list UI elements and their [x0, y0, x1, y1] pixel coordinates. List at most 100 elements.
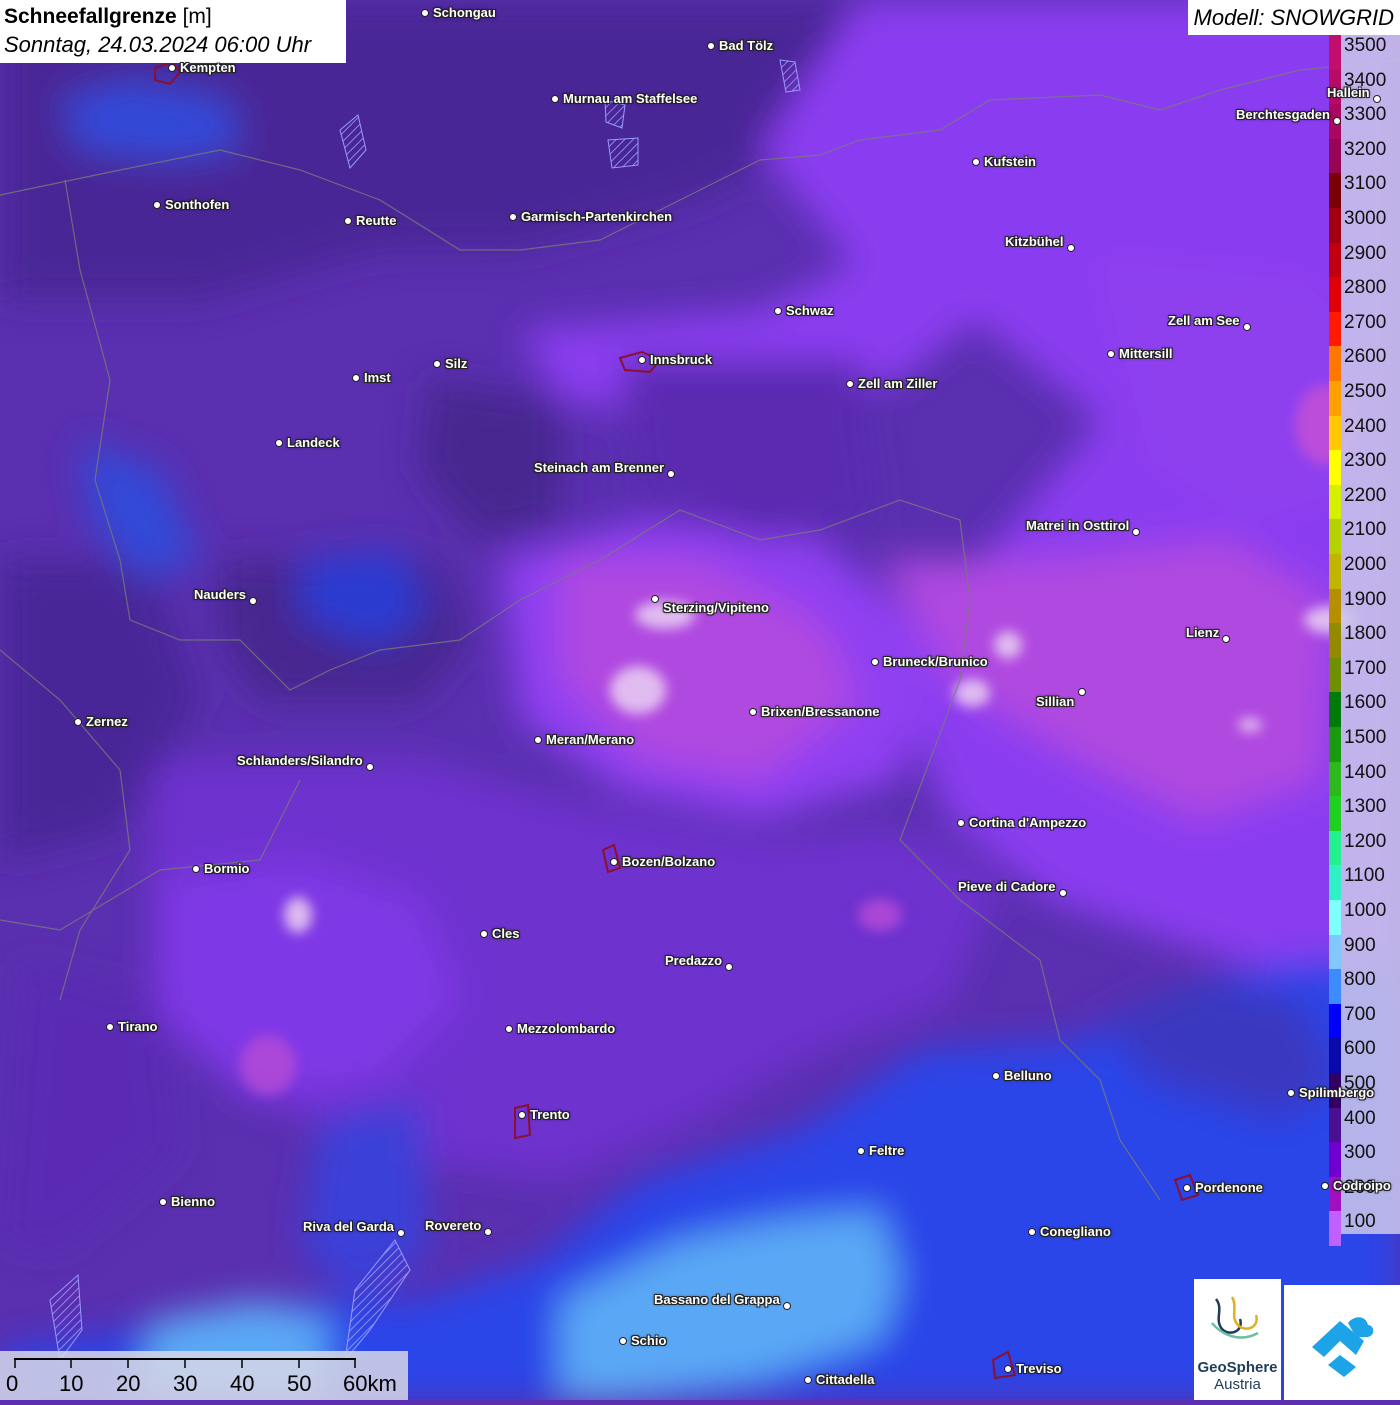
city-marker — [725, 963, 733, 971]
city-label: Schwaz — [786, 303, 834, 318]
city-label: Schongau — [433, 5, 496, 20]
city-label: Conegliano — [1040, 1224, 1111, 1239]
city-marker — [707, 42, 715, 50]
legend-swatch — [1329, 969, 1341, 1005]
legend-label: 700 — [1344, 1003, 1376, 1025]
legend-swatch — [1329, 138, 1341, 174]
city-marker — [846, 380, 854, 388]
city-marker — [168, 64, 176, 72]
legend-swatch — [1329, 657, 1341, 693]
legend-label: 2700 — [1344, 311, 1387, 333]
scale-tick-label: 20 — [116, 1371, 141, 1396]
map-title-main: Schneefallgrenze — [4, 5, 177, 28]
city-label: Belluno — [1004, 1068, 1052, 1083]
city-label: Meran/Merano — [546, 732, 635, 747]
legend-label: 1700 — [1344, 657, 1387, 679]
city-label: Predazzo — [665, 953, 723, 968]
color-legend: 3500 3400 3300 3200 3100 3000 2900 2800 2700 2600… — [1329, 35, 1400, 1247]
city-label: Mezzolombardo — [517, 1021, 616, 1036]
legend-label: 1000 — [1344, 900, 1387, 921]
city-marker — [857, 1147, 865, 1155]
legend-swatch — [1329, 1211, 1341, 1247]
city-marker — [804, 1376, 812, 1384]
scale-bar: 0 10 20 30 40 50 60km — [0, 1351, 408, 1400]
city-marker — [1321, 1182, 1329, 1190]
legend-label: 1200 — [1344, 830, 1387, 852]
legend-swatch — [1329, 450, 1341, 486]
legend-label: 2000 — [1344, 554, 1387, 575]
city-marker — [1222, 635, 1230, 643]
partner-logo[interactable] — [1284, 1285, 1400, 1400]
city-marker — [871, 658, 879, 666]
legend-label: 2800 — [1344, 277, 1387, 299]
city-label: Zell am See — [1168, 313, 1240, 328]
city-label: Bruneck/Brunico — [883, 654, 988, 669]
legend-label: 3200 — [1344, 138, 1387, 160]
city-label: Sillian — [1036, 694, 1075, 709]
city-label: Schlanders/Silandro — [237, 753, 363, 768]
map-date: Sonntag, 24.03.2024 06:00 Uhr — [4, 32, 312, 57]
city-label: Riva del Garda — [303, 1219, 395, 1234]
city-label: Landeck — [287, 435, 340, 450]
legend-label: 1800 — [1344, 623, 1387, 645]
legend-swatch — [1329, 415, 1341, 451]
city-marker — [957, 819, 965, 827]
geosphere-swirl-icon — [1211, 1296, 1259, 1339]
legend-label: 600 — [1344, 1038, 1376, 1060]
city-marker — [1373, 95, 1381, 103]
city-marker — [610, 858, 618, 866]
legend-label: 2600 — [1344, 346, 1387, 368]
geosphere-austria-logo[interactable]: GeoSphere Austria — [1194, 1279, 1281, 1400]
city-label: Spilimbergo — [1299, 1085, 1375, 1100]
city-marker — [421, 9, 429, 17]
mountain-logo-icon — [1312, 1317, 1374, 1377]
city-marker — [509, 213, 517, 221]
city-label: Garmisch-Partenkirchen — [521, 209, 673, 224]
legend-label: 3300 — [1344, 104, 1387, 126]
legend-label: 2400 — [1344, 415, 1387, 437]
city-marker — [1243, 323, 1251, 331]
geosphere-logo-line2: Austria — [1214, 1376, 1261, 1393]
scale-tick-label: 0 — [6, 1371, 19, 1396]
legend-swatch — [1329, 173, 1341, 209]
scale-tick-label: 50 — [287, 1371, 312, 1396]
legend-swatch — [1329, 311, 1341, 347]
city-label: Pieve di Cadore — [958, 879, 1056, 894]
legend-swatch — [1329, 796, 1341, 832]
city-label: Bienno — [171, 1194, 216, 1209]
city-label: Zernez — [86, 714, 128, 729]
city-label: Cles — [492, 926, 520, 941]
legend-label: 3000 — [1344, 208, 1387, 229]
legend-swatch — [1329, 900, 1341, 936]
city-marker — [106, 1023, 114, 1031]
legend-label: 3100 — [1344, 173, 1387, 195]
legend-label: 2500 — [1344, 381, 1387, 402]
legend-label: 2200 — [1344, 484, 1387, 506]
city-label: Brixen/Bressanone — [761, 704, 880, 719]
city-label: Treviso — [1016, 1361, 1062, 1376]
map-title: Schneefallgrenze [m] — [4, 3, 342, 31]
city-label: Bormio — [204, 861, 250, 876]
city-marker — [1004, 1365, 1012, 1373]
city-label: Imst — [364, 370, 391, 385]
city-label: Nauders — [194, 587, 247, 602]
city-marker — [518, 1111, 526, 1119]
city-marker — [1078, 688, 1086, 696]
city-marker — [249, 597, 257, 605]
legend-label: 900 — [1344, 934, 1376, 956]
legend-swatch — [1329, 623, 1341, 659]
city-marker — [192, 865, 200, 873]
city-marker — [275, 439, 283, 447]
city-label: Trento — [530, 1107, 570, 1122]
scale-tick-label: 10 — [59, 1371, 84, 1396]
city-marker — [74, 718, 82, 726]
legend-swatch — [1329, 381, 1341, 417]
scale-tick-label: 40 — [230, 1371, 255, 1396]
city-marker — [1183, 1184, 1191, 1192]
city-label: Cortina d'Ampezzo — [969, 815, 1087, 830]
city-marker — [505, 1025, 513, 1033]
map-title-unit: [m] — [182, 5, 212, 28]
scale-tick-label: 60km — [343, 1371, 397, 1396]
city-label: Pordenone — [1195, 1180, 1263, 1195]
city-marker — [534, 736, 542, 744]
